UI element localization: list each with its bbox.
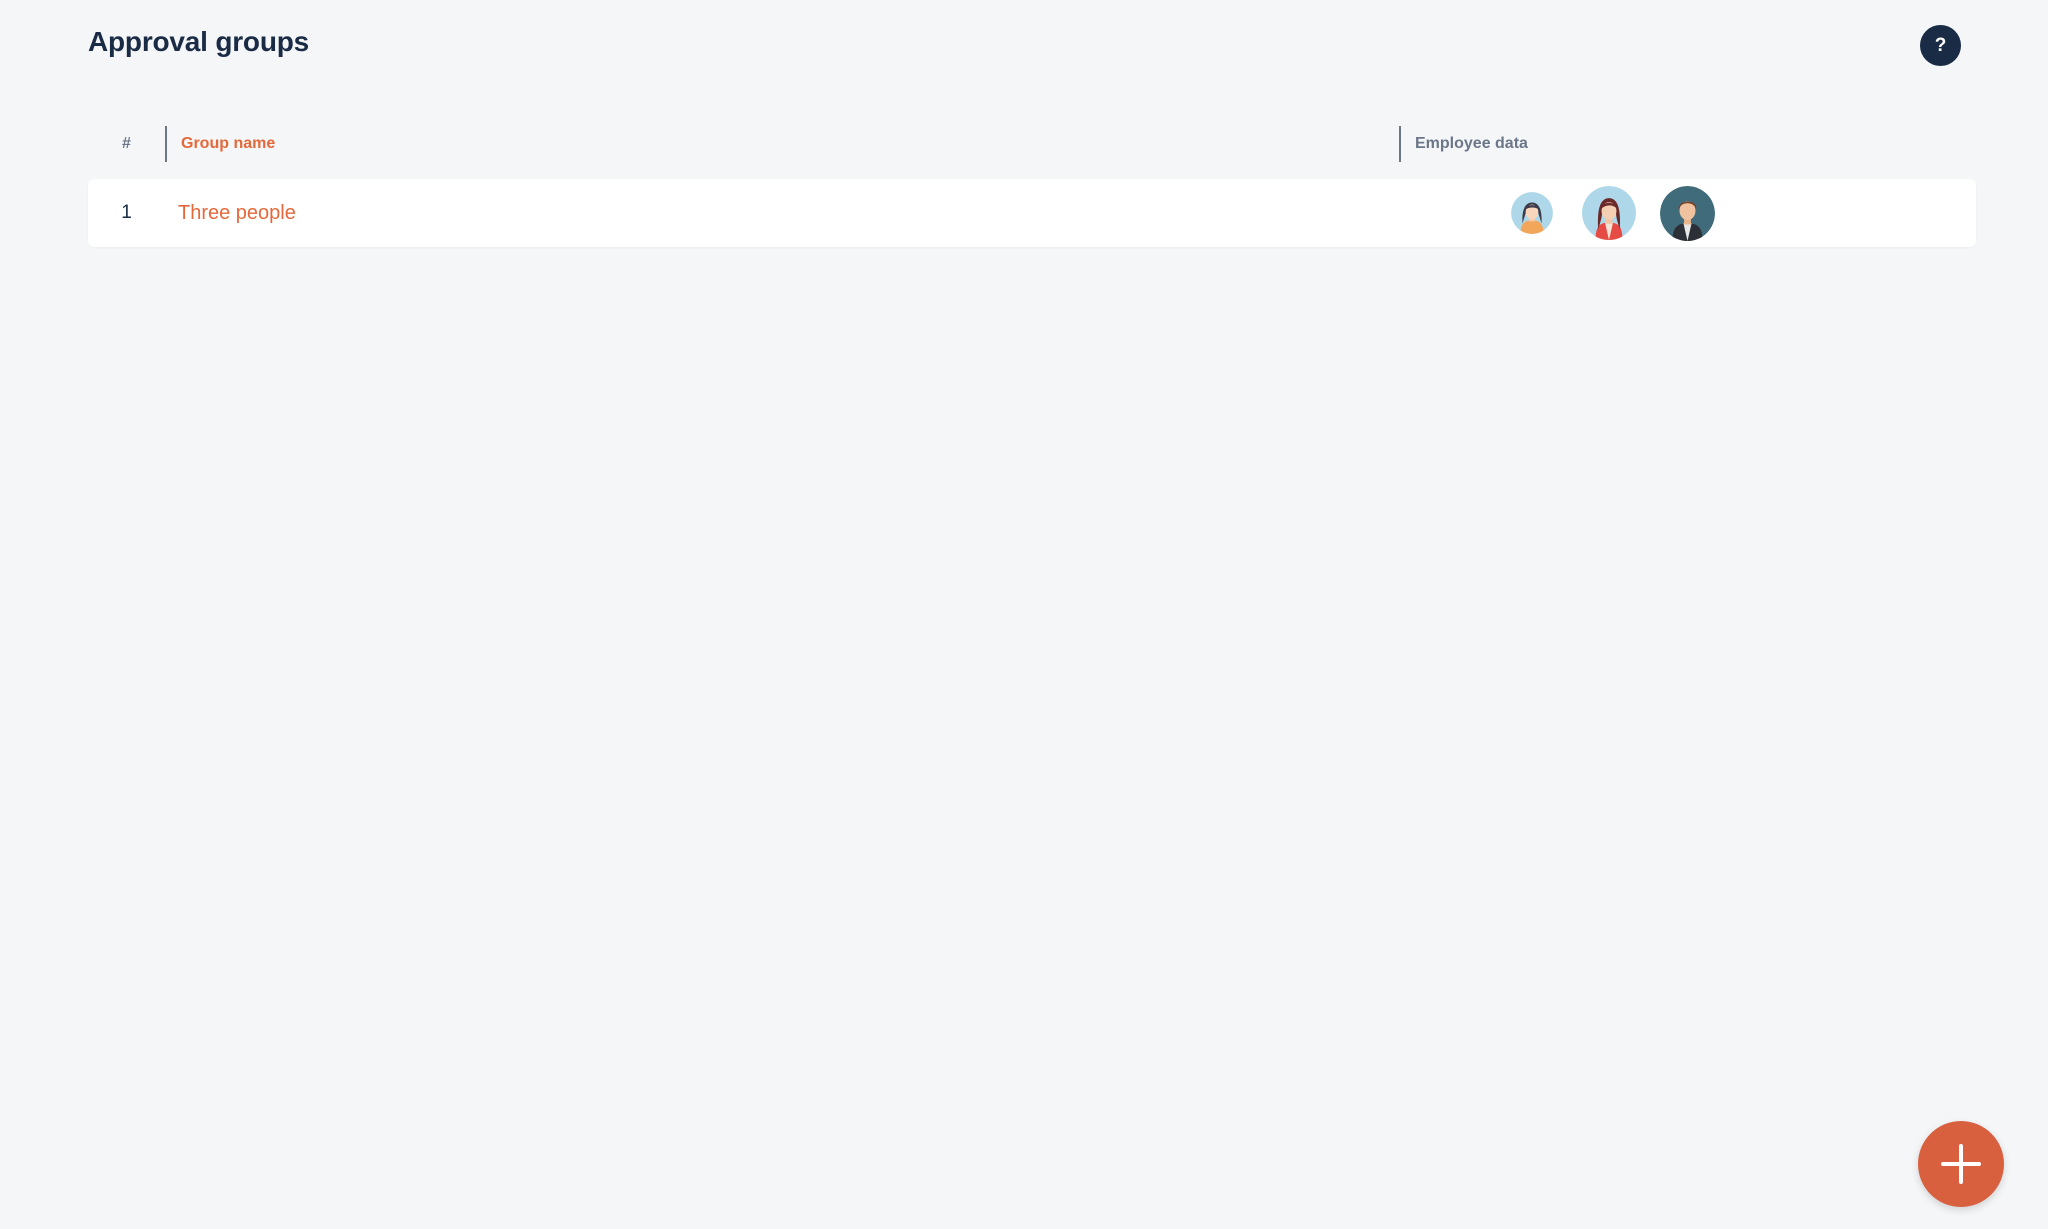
avatar-person-icon: [1582, 186, 1636, 240]
table-header: # Group name Employee data: [88, 124, 1976, 164]
employee-avatar[interactable]: [1582, 186, 1636, 240]
add-group-button[interactable]: [1918, 1121, 2004, 1207]
plus-icon: [1941, 1144, 1981, 1184]
column-header-group-name[interactable]: Group name: [181, 124, 275, 164]
table-row[interactable]: 1 Three people: [88, 179, 1976, 247]
row-number: 1: [121, 202, 132, 223]
avatar-person-icon: [1660, 186, 1715, 241]
employee-avatar[interactable]: [1511, 192, 1553, 234]
question-mark-icon: ?: [1934, 34, 1947, 56]
avatar-person-icon: [1511, 192, 1553, 234]
column-header-number: #: [122, 135, 131, 152]
group-name-link[interactable]: Three people: [178, 179, 296, 247]
help-button[interactable]: ?: [1920, 25, 1961, 66]
column-divider: [165, 126, 167, 162]
page-title: Approval groups: [88, 26, 310, 57]
column-header-employee-data: Employee data: [1415, 135, 1528, 152]
employee-avatar[interactable]: [1660, 186, 1715, 241]
column-divider: [1399, 126, 1401, 162]
